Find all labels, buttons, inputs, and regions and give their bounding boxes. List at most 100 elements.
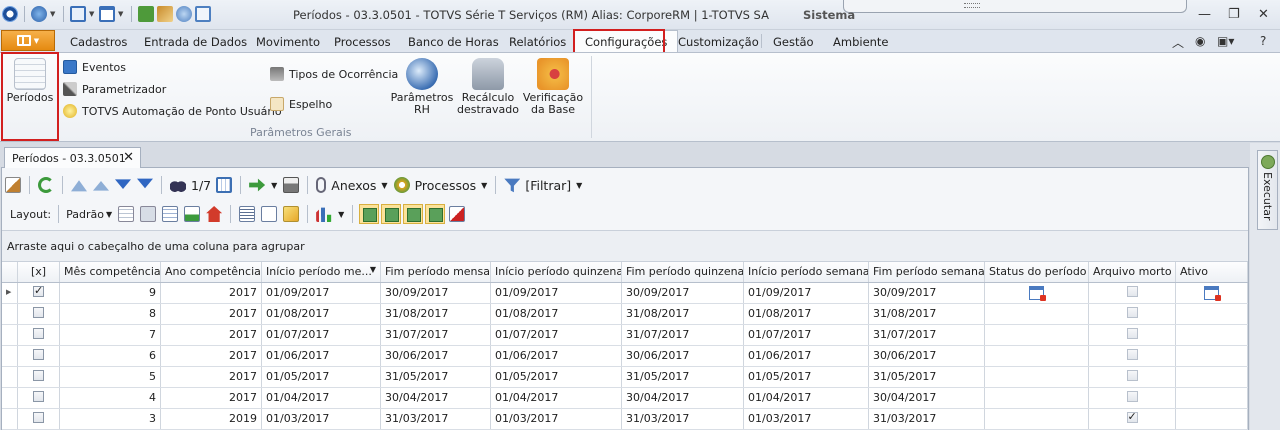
row-select-checkbox[interactable]: [33, 349, 44, 360]
tab-banco-de-horas[interactable]: Banco de Horas: [408, 35, 499, 49]
filter-icon[interactable]: [504, 178, 521, 193]
tab-gestao[interactable]: Gestão: [773, 35, 814, 49]
first-record-icon[interactable]: [71, 180, 87, 192]
row-select-checkbox[interactable]: [33, 391, 44, 402]
view-list-toggle[interactable]: [403, 204, 424, 224]
table-row[interactable]: 5 2017 01/05/2017 31/05/2017 01/05/2017 31/05…: [2, 367, 1248, 388]
table-row[interactable]: ▶9201701/09/201730/09/201701/09/201730/0…: [2, 283, 1248, 304]
previous-record-icon[interactable]: [93, 181, 109, 191]
layout-home-icon[interactable]: [206, 206, 223, 222]
window-icon[interactable]: [99, 6, 115, 22]
column-header-mes-competencia[interactable]: Mês competência: [60, 262, 161, 282]
text-field-icon[interactable]: [261, 206, 278, 222]
automacao-ponto-button[interactable]: TOTVS Automação de Ponto Usuário: [63, 104, 282, 118]
column-header-ano-competencia[interactable]: Ano competência: [161, 262, 262, 282]
column-header-fim-periodo-quinzenal[interactable]: Fim período quinzenal: [622, 262, 744, 282]
column-header-select[interactable]: [x]: [18, 262, 60, 282]
help-icon[interactable]: ?: [1260, 34, 1266, 48]
layout-save-icon[interactable]: [140, 206, 157, 222]
row-select-checkbox[interactable]: [33, 328, 44, 339]
chevron-down-icon[interactable]: ▼: [271, 181, 277, 190]
column-header-fim-periodo-mensal[interactable]: Fim período mensal: [381, 262, 491, 282]
arquivo-morto-checkbox[interactable]: [1126, 370, 1138, 381]
verificacao-base-button[interactable]: Verificação da Base: [522, 58, 584, 116]
table-row[interactable]: 6 2017 01/06/2017 30/06/2017 01/06/2017 30/06…: [2, 346, 1248, 367]
font-icon[interactable]: [449, 206, 466, 222]
row-select-checkbox[interactable]: [33, 284, 44, 297]
highlight-rules-icon[interactable]: [283, 206, 300, 222]
tab-entrada-de-dados[interactable]: Entrada de Dados: [144, 35, 247, 49]
layout-table-icon[interactable]: [162, 206, 179, 222]
arquivo-morto-checkbox[interactable]: [1126, 410, 1138, 423]
table-row[interactable]: 4 2017 01/04/2017 30/04/2017 01/04/2017 30/04…: [2, 388, 1248, 409]
document-tab-periodos[interactable]: Períodos - 03.3.0501 ✕: [4, 147, 141, 168]
view-detail-toggle[interactable]: [425, 204, 446, 224]
tab-customizacao[interactable]: Customização: [678, 35, 759, 49]
column-header-status-periodo[interactable]: Status do período: [985, 262, 1089, 282]
column-header-ativo[interactable]: Ativo: [1176, 262, 1248, 282]
edit-icon[interactable]: [5, 177, 21, 193]
table-row[interactable]: 3 2019 01/03/2017 31/03/2017 01/03/2017 31/03…: [2, 409, 1248, 430]
column-header-arquivo-morto[interactable]: Arquivo morto: [1089, 262, 1176, 282]
arquivo-morto-checkbox[interactable]: [1126, 349, 1138, 360]
tab-movimento[interactable]: Movimento: [256, 35, 320, 49]
tab-processos[interactable]: Processos: [334, 35, 391, 49]
layout-select[interactable]: Padrão: [66, 208, 104, 221]
app-menu-button[interactable]: ▼: [1, 30, 55, 51]
tools-icon[interactable]: [157, 6, 173, 22]
tab-cadastros[interactable]: Cadastros: [70, 35, 127, 49]
close-icon[interactable]: ✕: [1258, 7, 1269, 22]
executar-side-tab[interactable]: Executar: [1257, 150, 1278, 230]
chevron-down-icon[interactable]: ▼: [50, 10, 57, 18]
chevron-down-icon[interactable]: ▼: [576, 181, 582, 190]
espelho-button[interactable]: Espelho: [270, 97, 332, 111]
parametros-rh-button[interactable]: Parâmetros RH: [391, 58, 453, 116]
column-header-inicio-periodo-mensal[interactable]: Início período me... ▼: [262, 262, 381, 282]
chevron-down-icon[interactable]: ▼: [338, 210, 344, 219]
group-by-area[interactable]: Arraste aqui o cabeçalho de uma coluna p…: [2, 230, 1248, 262]
columns-icon[interactable]: [239, 206, 256, 222]
last-record-icon[interactable]: [137, 178, 153, 189]
row-select-checkbox[interactable]: [33, 307, 44, 318]
binoculars-icon[interactable]: [170, 177, 186, 193]
gears-icon[interactable]: [393, 177, 410, 193]
minimize-icon[interactable]: —: [1198, 7, 1211, 22]
grip-icon[interactable]: [964, 3, 980, 8]
chevron-down-icon[interactable]: ▼: [481, 181, 487, 190]
table-row[interactable]: 8 2017 01/08/2017 31/08/2017 01/08/2017 31/08…: [2, 304, 1248, 325]
view-grid-toggle[interactable]: [359, 204, 380, 224]
layout-grid-icon[interactable]: [118, 206, 135, 222]
collapse-ribbon-icon[interactable]: ︿: [1172, 34, 1184, 51]
arquivo-morto-checkbox[interactable]: [1126, 286, 1138, 297]
app-logo-icon[interactable]: [2, 6, 18, 22]
table-row[interactable]: 7 2017 01/07/2017 31/07/2017 01/07/2017 31/07…: [2, 325, 1248, 346]
calendar-view-icon[interactable]: [216, 177, 233, 193]
restore-icon[interactable]: ❐: [1228, 7, 1240, 22]
tab-relatorios[interactable]: Relatórios: [509, 35, 566, 49]
play-icon[interactable]: [138, 6, 154, 22]
filtrar-button[interactable]: [Filtrar]: [525, 178, 571, 193]
print-icon[interactable]: [283, 177, 300, 193]
copy-icon[interactable]: [195, 6, 211, 22]
recalculo-destravado-button[interactable]: Recálculo destravado: [457, 58, 519, 116]
next-record-icon[interactable]: [115, 179, 131, 189]
column-header-fim-periodo-semanal[interactable]: Fim período semanal: [869, 262, 985, 282]
processos-button[interactable]: Processos: [415, 178, 477, 193]
tab-ambiente[interactable]: Ambiente: [833, 35, 889, 49]
help-globe-icon[interactable]: ◉: [1195, 34, 1205, 48]
chevron-down-icon[interactable]: ▼: [118, 10, 125, 18]
eventos-button[interactable]: Eventos: [63, 60, 126, 74]
parametrizador-button[interactable]: Parametrizador: [63, 82, 166, 96]
close-tab-icon[interactable]: ✕: [123, 150, 134, 165]
system-panel-tab[interactable]: [843, 0, 1187, 13]
layout-import-icon[interactable]: [184, 206, 201, 222]
export-icon[interactable]: [249, 178, 266, 192]
column-header-inicio-periodo-semanal[interactable]: Início período semanal: [744, 262, 869, 282]
row-select-checkbox[interactable]: [33, 370, 44, 381]
layout-icon[interactable]: ▣▾: [1217, 34, 1234, 48]
column-header-inicio-periodo-quinzenal[interactable]: Início período quinzenal: [491, 262, 622, 282]
anexos-button[interactable]: Anexos: [331, 178, 376, 193]
chevron-down-icon[interactable]: ▼: [381, 181, 387, 190]
chevron-down-icon[interactable]: ▼: [89, 10, 96, 18]
row-select-checkbox[interactable]: [33, 412, 44, 423]
